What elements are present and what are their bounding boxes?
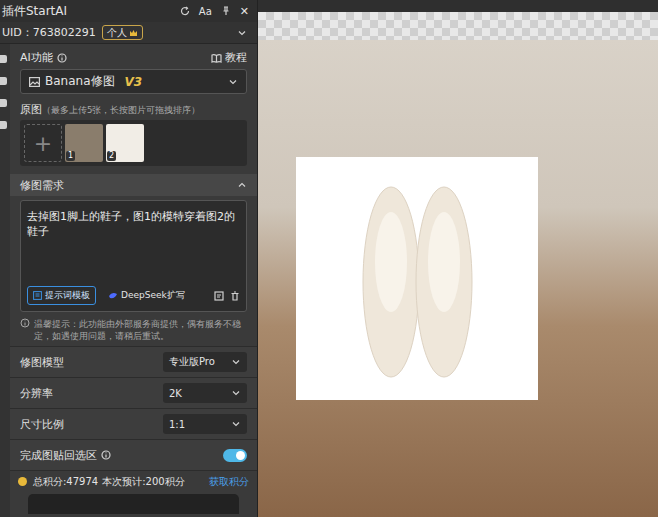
- setting-row: 完成图贴回选区: [10, 439, 257, 470]
- tool-icon[interactable]: [0, 76, 10, 86]
- coin-icon: [18, 477, 27, 486]
- notice-text: 温馨提示：此功能由外部服务商提供，偶有服务不稳定，如遇使用问题，请稍后重试。: [34, 318, 247, 342]
- prompt-header[interactable]: 修图需求: [10, 174, 257, 196]
- panel-body: AI功能 教程 Banana修图 V3 原图（最多上传5张，长按图片可拖拽排序） +1 2 修…: [0, 44, 257, 517]
- shoes-picture-icon: [296, 157, 538, 400]
- tool-icon[interactable]: [0, 98, 10, 108]
- uid-label: UID：763802291: [2, 25, 96, 40]
- font-size-button[interactable]: Aa: [199, 6, 212, 17]
- thumbnail-index: 1: [66, 151, 75, 161]
- account-info: UID：763802291 个人: [2, 25, 143, 40]
- document-canvas: [258, 0, 658, 517]
- add-image-button[interactable]: +: [24, 124, 62, 162]
- toggle-switch[interactable]: [223, 449, 247, 462]
- setting-label: 完成图贴回选区: [20, 448, 97, 463]
- prompt-text[interactable]: 去掉图1脚上的鞋子，图1的模特穿着图2的鞋子: [27, 209, 240, 239]
- ai-function-label: AI功能: [20, 50, 53, 65]
- prompt-tool-button[interactable]: DeepSeek扩写: [102, 286, 191, 305]
- version-badge: V3: [125, 75, 143, 89]
- tool-icon[interactable]: [0, 120, 10, 130]
- setting-row: 尺寸比例 1:1: [10, 408, 257, 439]
- crown-icon: [129, 29, 138, 37]
- chevron-down-icon[interactable]: [231, 388, 241, 398]
- info-icon[interactable]: [57, 53, 67, 63]
- button-label[interactable]: 提示词模板: [45, 289, 90, 302]
- chevron-down-icon[interactable]: [231, 357, 241, 367]
- chevron-down-icon[interactable]: [237, 28, 247, 38]
- account-badge: 个人: [102, 25, 143, 40]
- badge-label: 个人: [107, 26, 127, 39]
- thumbnail-index: 2: [107, 151, 116, 161]
- chevron-down-icon[interactable]: [228, 77, 238, 87]
- image-thumbnail[interactable]: 1: [65, 124, 103, 162]
- setting-value[interactable]: 1:1: [169, 419, 185, 430]
- title-icons: Aa ✕: [180, 5, 249, 18]
- setting-value[interactable]: 专业版Pro: [169, 355, 215, 369]
- tool-icon[interactable]: [0, 54, 10, 64]
- image-icon: [29, 77, 40, 87]
- prompt-tool-button[interactable]: 提示词模板: [27, 286, 96, 305]
- total-points: 总积分:47974: [33, 475, 98, 489]
- setting-label: 分辨率: [20, 386, 53, 401]
- setting-select[interactable]: 专业版Pro: [163, 352, 247, 372]
- deepseek-icon: [108, 291, 118, 300]
- ai-function-header: AI功能 教程: [10, 44, 257, 69]
- close-button[interactable]: ✕: [240, 5, 249, 18]
- add-label[interactable]: +: [34, 131, 52, 156]
- account-row: UID：763802291 个人: [0, 22, 257, 44]
- chevron-down-icon[interactable]: [231, 419, 241, 429]
- source-images-label: 原图: [20, 103, 42, 116]
- image-thumbnail[interactable]: 2: [106, 124, 144, 162]
- setting-select[interactable]: 1:1: [163, 414, 247, 434]
- generate-button[interactable]: [28, 494, 239, 514]
- tutorial-label[interactable]: 教程: [225, 50, 247, 65]
- prompt-label: 修图需求: [20, 178, 64, 193]
- title-bar: 插件StartAI Aa ✕: [0, 0, 257, 22]
- prompt-tools: 提示词模板 DeepSeek扩写: [27, 286, 240, 305]
- ai-function-select[interactable]: Banana修图 V3: [20, 69, 247, 94]
- selected-function[interactable]: Banana修图: [45, 73, 115, 90]
- setting-select[interactable]: 2K: [163, 383, 247, 403]
- notice: 温馨提示：此功能由外部服务商提供，偶有服务不稳定，如遇使用问题，请稍后重试。: [10, 312, 257, 346]
- prompt-input[interactable]: 去掉图1脚上的鞋子，图1的模特穿着图2的鞋子提示词模板 DeepSeek扩写: [20, 200, 247, 312]
- info-icon: [20, 318, 30, 328]
- button-label[interactable]: DeepSeek扩写: [121, 289, 185, 302]
- points-footer: 总积分:47974 本次预计:200积分 获取积分: [10, 470, 257, 492]
- get-points-link[interactable]: 获取积分: [209, 475, 249, 489]
- template-icon: [33, 291, 42, 300]
- history-icon[interactable]: [214, 291, 224, 301]
- panel-content: AI功能 教程 Banana修图 V3 原图（最多上传5张，长按图片可拖拽排序） +1 2 修…: [10, 44, 257, 517]
- transparent-area: [258, 0, 658, 40]
- setting-label: 修图模型: [20, 355, 64, 370]
- tutorial-link[interactable]: 教程: [211, 50, 247, 65]
- source-images-header: 原图（最多上传5张，长按图片可拖拽排序）: [10, 94, 257, 120]
- setting-row: 修图模型 专业版Pro: [10, 346, 257, 377]
- plugin-panel: 插件StartAI Aa ✕ UID：763802291 个人 AI功能 教程 Banana修…: [0, 0, 258, 517]
- setting-label: 尺寸比例: [20, 417, 64, 432]
- refresh-icon[interactable]: [180, 6, 190, 16]
- book-icon[interactable]: [211, 53, 222, 63]
- product-photo: [296, 157, 538, 400]
- estimated-points: 本次预计:200积分: [102, 475, 184, 489]
- pin-icon[interactable]: [221, 6, 231, 16]
- info-icon[interactable]: [101, 450, 111, 460]
- image-list: +1 2: [20, 120, 247, 166]
- chevron-up-icon[interactable]: [237, 180, 247, 190]
- setting-value[interactable]: 2K: [169, 388, 182, 399]
- tool-strip: [0, 44, 10, 517]
- source-images-hint: （最多上传5张，长按图片可拖拽排序）: [42, 105, 200, 115]
- window-title: 插件StartAI: [2, 3, 67, 20]
- trash-icon[interactable]: [230, 291, 240, 301]
- setting-row: 分辨率 2K: [10, 377, 257, 408]
